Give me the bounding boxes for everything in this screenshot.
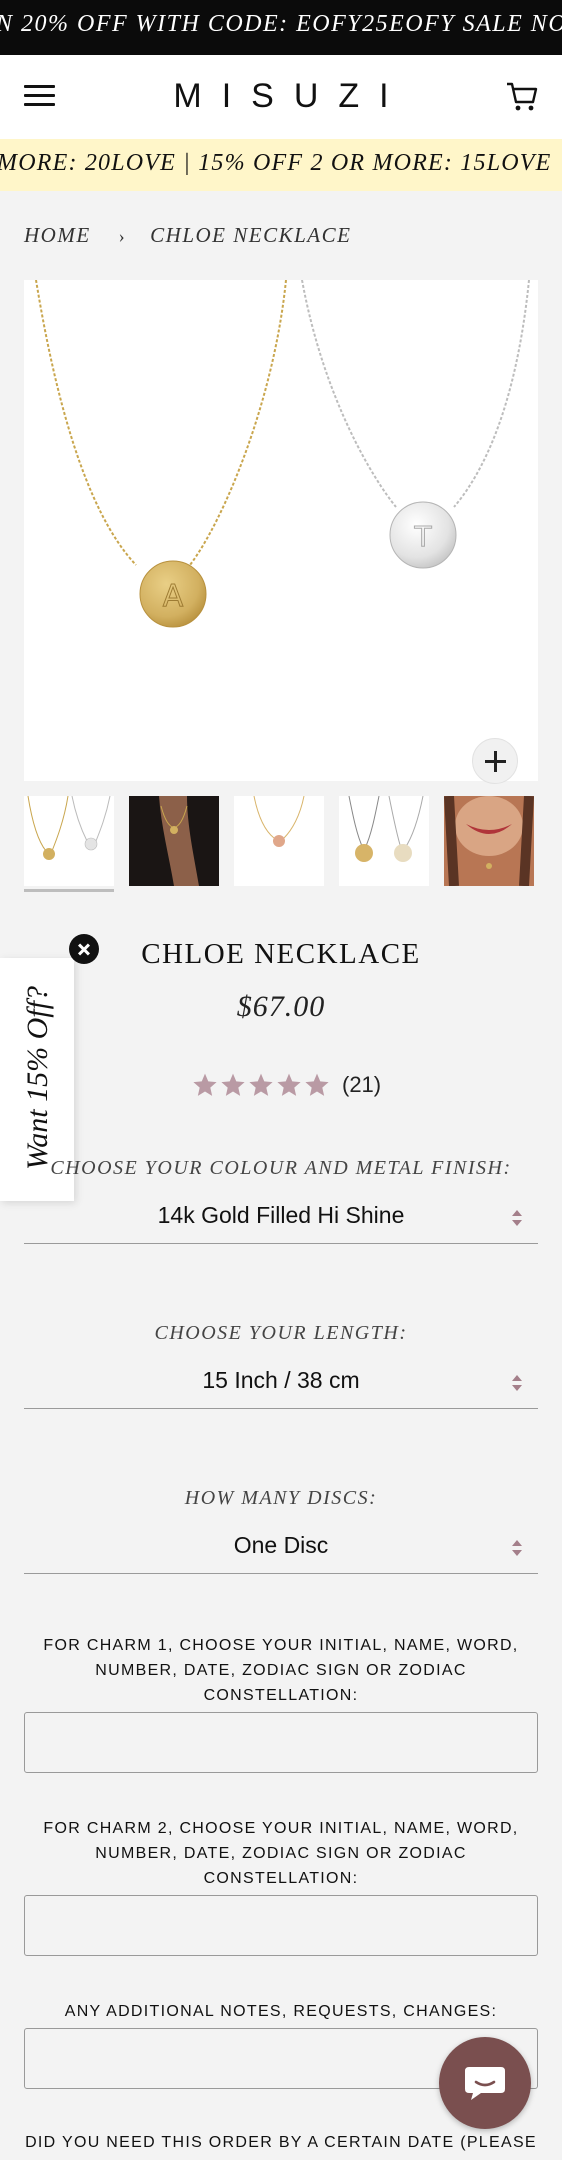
thumbnail-strip	[24, 796, 562, 892]
colour-select[interactable]: 14k Gold Filled Hi Shine	[24, 1198, 538, 1244]
select-arrows-icon	[512, 1375, 522, 1391]
breadcrumb-separator: ›	[118, 226, 127, 246]
length-select-value: 15 Inch / 38 cm	[202, 1367, 360, 1393]
star-icon	[221, 1073, 245, 1096]
star-icon	[277, 1073, 301, 1096]
colour-select-value: 14k Gold Filled Hi Shine	[157, 1202, 405, 1228]
thumbnail-4[interactable]	[339, 796, 429, 886]
chat-button[interactable]	[439, 2037, 531, 2129]
announcement-text: N 20% OFF WITH CODE: EOFY25EOFY SALE NO	[0, 11, 562, 37]
site-logo[interactable]: MISUZI	[0, 77, 562, 116]
thumbnail-3[interactable]	[234, 796, 324, 886]
star-icon	[305, 1073, 329, 1096]
length-label: CHOOSE YOUR LENGTH:	[154, 1322, 408, 1344]
charm1-input[interactable]	[24, 1712, 538, 1773]
breadcrumb-current: CHLOE NECKLACE	[150, 223, 352, 247]
promo-bar: MORE: 20LOVE | 15% OFF 2 OR MORE: 15LOVE	[0, 139, 562, 191]
review-count[interactable]: (21)	[342, 1072, 381, 1098]
discs-select-value: One Disc	[233, 1532, 329, 1558]
charm2-input[interactable]	[24, 1895, 538, 1956]
product-main-image[interactable]: A T	[24, 280, 538, 781]
discs-select[interactable]: One Disc	[24, 1528, 538, 1574]
product-price: $67.00	[236, 990, 326, 1023]
star-icon	[249, 1073, 273, 1096]
charm2-label: FOR CHARM 2, CHOOSE YOUR INITIAL, NAME, …	[43, 1820, 519, 1887]
svg-text:T: T	[413, 520, 432, 553]
product-rating[interactable]: (21)	[192, 1070, 381, 1100]
delivery-date-label: DID YOU NEED THIS ORDER BY A CERTAIN DAT…	[25, 2134, 537, 2151]
announcement-bar: N 20% OFF WITH CODE: EOFY25EOFY SALE NO	[0, 0, 562, 55]
star-icon	[193, 1073, 217, 1096]
thumbnail-1[interactable]	[24, 796, 114, 886]
thumbnail-5[interactable]	[444, 796, 534, 886]
breadcrumb: HOME › CHLOE NECKLACE	[24, 223, 351, 248]
promo-text: MORE: 20LOVE | 15% OFF 2 OR MORE: 15LOVE	[0, 150, 552, 176]
breadcrumb-home[interactable]: HOME	[24, 223, 91, 248]
length-select[interactable]: 15 Inch / 38 cm	[24, 1363, 538, 1409]
thumbnail-active-indicator	[24, 889, 114, 892]
charm1-label: FOR CHARM 1, CHOOSE YOUR INITIAL, NAME, …	[43, 1637, 519, 1704]
notes-label: ANY ADDITIONAL NOTES, REQUESTS, CHANGES:	[64, 2003, 498, 2020]
select-arrows-icon	[512, 1210, 522, 1226]
select-arrows-icon	[512, 1540, 522, 1556]
svg-text:A: A	[163, 579, 184, 614]
thumbnail-2[interactable]	[129, 796, 219, 886]
zoom-plus-icon[interactable]	[472, 738, 518, 784]
site-header: MISUZI	[0, 55, 562, 139]
product-title: CHLOE NECKLACE	[141, 938, 421, 970]
chat-icon	[465, 2067, 505, 2100]
cart-icon[interactable]	[505, 79, 539, 113]
discs-label: HOW MANY DISCS:	[184, 1487, 378, 1509]
colour-label: CHOOSE YOUR COLOUR AND METAL FINISH:	[50, 1157, 512, 1179]
